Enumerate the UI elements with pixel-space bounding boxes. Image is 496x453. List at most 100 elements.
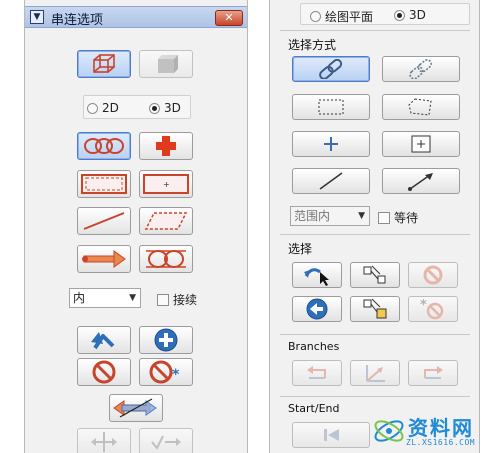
- wireframe-cube-icon: [93, 54, 115, 73]
- watermark-logo-icon: [374, 420, 404, 442]
- separator: [280, 334, 470, 335]
- polygon-select-button[interactable]: [139, 207, 193, 235]
- branch-forward-button[interactable]: [408, 360, 458, 386]
- loop-chain-button[interactable]: [139, 245, 193, 273]
- no-sign-star-icon: *: [149, 360, 180, 384]
- chain-button[interactable]: [77, 132, 131, 160]
- vector-select-button[interactable]: [77, 207, 131, 235]
- undo-pointer-icon: [304, 268, 329, 286]
- panel-menu-icon[interactable]: ▼: [30, 10, 44, 24]
- select-undo-button[interactable]: [292, 262, 342, 288]
- confirm-move-button[interactable]: [139, 428, 193, 453]
- radio-3d-right-label: 3D: [409, 8, 426, 22]
- range-dropdown[interactable]: 范围内 ▼: [290, 206, 370, 226]
- close-button[interactable]: ✕: [215, 10, 243, 26]
- partial-chain-button[interactable]: [77, 245, 131, 273]
- dropdown-caret-icon: ▼: [358, 211, 365, 221]
- chaining-options-panel: ▼ 串连选项 ✕ 2D 3D + 内 ▼ 接续 *: [24, 0, 248, 453]
- branch-axis-button[interactable]: [350, 360, 400, 386]
- undo-arrow-icon: [91, 332, 115, 350]
- reverse-arrow-icon: [113, 398, 157, 418]
- radio-drawing-plane-dot[interactable]: [310, 11, 321, 22]
- dashed-window-icon: [81, 174, 127, 194]
- single-point-button[interactable]: [139, 132, 193, 160]
- wait-checkbox-box[interactable]: [378, 211, 390, 224]
- svg-text:+: +: [163, 180, 170, 189]
- faded-no-sign-star-icon: *: [420, 298, 444, 320]
- watermark: 资料网 ZL.XS1616.COM: [372, 408, 496, 453]
- radio-3d-right-dot[interactable]: [394, 9, 405, 21]
- chain-method-button[interactable]: [292, 56, 370, 82]
- continue-checkbox-box[interactable]: [157, 293, 169, 306]
- vector-arrow-icon: [408, 173, 433, 191]
- radio-3d-right[interactable]: 3D: [394, 8, 426, 22]
- wireframe-mode-button[interactable]: [77, 50, 131, 78]
- radio-2d-dot[interactable]: [87, 102, 98, 114]
- window-method-button[interactable]: [292, 94, 370, 120]
- add-chain-button[interactable]: [139, 326, 193, 354]
- separator: [280, 234, 470, 235]
- start-point-button[interactable]: [292, 422, 370, 448]
- reverse-chain-button[interactable]: [109, 394, 163, 422]
- dashed-chain-link-icon: [409, 59, 432, 79]
- select-nodes-button[interactable]: [350, 296, 400, 322]
- check-arrow-icon: [151, 435, 181, 450]
- dashed-polygon-icon: [408, 98, 432, 116]
- select-last-button[interactable]: [350, 262, 400, 288]
- select-method-title: 选择方式: [288, 38, 337, 52]
- radio-2d[interactable]: 2D: [87, 101, 119, 115]
- radio-3d-dot[interactable]: [149, 102, 160, 114]
- move-arrows-icon: [91, 432, 117, 452]
- panel-title: 串连选项: [51, 13, 104, 28]
- range-dropdown-value: 范围内: [294, 209, 331, 223]
- radio-2d-label: 2D: [102, 101, 119, 115]
- svg-text:*: *: [420, 298, 427, 313]
- dashed-rectangle-icon: [318, 99, 344, 115]
- vector-arrow-method-button[interactable]: [382, 168, 460, 194]
- unselect-last-button[interactable]: [77, 326, 131, 354]
- chain-links-icon: [84, 138, 124, 154]
- panel-gap: [249, 0, 269, 453]
- separator: [280, 396, 470, 397]
- faded-no-sign-icon: [423, 265, 443, 285]
- single-method-button[interactable]: [292, 131, 370, 157]
- area-select-button[interactable]: +: [139, 170, 193, 198]
- radio-3d-label: 3D: [164, 101, 181, 115]
- red-plus-icon: [156, 136, 176, 156]
- boxed-point-icon: [411, 135, 431, 153]
- no-sign-icon: [92, 360, 116, 384]
- vector-method-button[interactable]: [292, 168, 370, 194]
- dropdown-caret-icon: ▼: [129, 293, 136, 303]
- branches-title: Branches: [288, 340, 340, 353]
- window-select-button[interactable]: [77, 170, 131, 198]
- radio-drawing-plane-label: 绘图平面: [325, 10, 374, 24]
- dashed-parallelogram-icon: [144, 212, 188, 230]
- branch-back-button[interactable]: [292, 360, 342, 386]
- partial-method-button[interactable]: [382, 56, 460, 82]
- radio-drawing-plane[interactable]: 绘图平面: [310, 8, 373, 25]
- continue-checkbox[interactable]: 接续: [157, 291, 197, 308]
- selection-options-panel: 绘图平面 3D 选择方式 范围内 ▼ 等待 选择 * Branches Star…: [269, 0, 480, 453]
- radio-3d[interactable]: 3D: [149, 101, 181, 115]
- select-clear-button[interactable]: [408, 262, 458, 288]
- blue-plus-circle-icon: [154, 328, 178, 352]
- select-back-button[interactable]: [292, 296, 342, 322]
- wait-checkbox-label: 等待: [394, 211, 419, 225]
- screenshot-root: ▼ 串连选项 ✕ 2D 3D + 内 ▼ 接续 * 绘图平面 3D 选择方式 范…: [0, 0, 496, 453]
- clear-selection-button[interactable]: [77, 358, 131, 386]
- move-button[interactable]: [77, 428, 131, 453]
- branch-axis-icon: [366, 365, 385, 382]
- skip-to-start-icon: [324, 429, 339, 441]
- watermark-text: 资料网: [408, 416, 474, 440]
- area-method-button[interactable]: [382, 131, 460, 157]
- solid-mode-button[interactable]: [139, 50, 193, 78]
- polygon-method-button[interactable]: [382, 94, 460, 120]
- startend-title: Start/End: [288, 402, 340, 415]
- svg-text:*: *: [172, 367, 180, 383]
- wait-checkbox[interactable]: 等待: [378, 209, 418, 226]
- select-clear-all-button[interactable]: *: [408, 296, 458, 322]
- clear-all-selection-button[interactable]: *: [139, 358, 193, 386]
- chain-link-icon: [319, 59, 343, 79]
- chain-method-dropdown[interactable]: 内 ▼: [69, 288, 141, 308]
- node-gear-icon: [363, 298, 387, 319]
